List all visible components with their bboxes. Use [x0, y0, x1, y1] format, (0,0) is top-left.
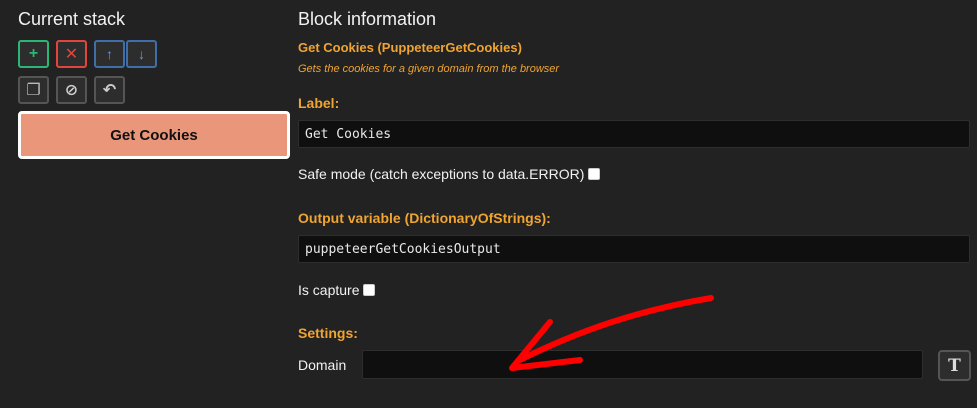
move-down-button[interactable]: ↓ — [126, 40, 157, 68]
block-information-title: Block information — [298, 9, 437, 29]
label-input[interactable]: Get Cookies — [298, 120, 970, 148]
disable-block-button[interactable]: ⊘ — [56, 76, 87, 104]
text-type-icon: T — [948, 355, 961, 376]
current-stack-panel: Current stack + ✕ ↑ ↓ ❐ ⊘ ↶ Get Cookies — [0, 0, 300, 408]
add-block-button[interactable]: + — [18, 40, 49, 68]
undo-button[interactable]: ↶ — [94, 76, 125, 104]
label-heading: Label: — [298, 95, 340, 111]
output-variable-heading: Output variable (DictionaryOfStrings): — [298, 210, 551, 226]
safe-mode-row: Safe mode (catch exceptions to data.ERRO… — [298, 166, 601, 182]
duplicate-block-button[interactable]: ❐ — [18, 76, 49, 104]
capture-row: Is capture — [298, 282, 376, 298]
stack-item-get-cookies[interactable]: Get Cookies — [18, 111, 290, 159]
block-information-panel: Block information Get Cookies (Puppeteer… — [298, 0, 977, 408]
block-description: Gets the cookies for a given domain from… — [298, 63, 560, 75]
domain-label: Domain — [298, 357, 347, 373]
settings-heading: Settings: — [298, 325, 358, 341]
disable-icon: ⊘ — [64, 82, 79, 99]
plus-icon: + — [28, 45, 39, 62]
copy-icon: ❐ — [26, 82, 41, 99]
domain-input[interactable] — [362, 350, 923, 379]
output-variable-input[interactable]: puppeteerGetCookiesOutput — [298, 235, 970, 263]
arrow-down-icon: ↓ — [138, 46, 145, 62]
arrow-up-icon: ↑ — [106, 46, 113, 62]
block-name: Get Cookies (PuppeteerGetCookies) — [298, 40, 522, 55]
value-type-button[interactable]: T — [938, 350, 971, 381]
current-stack-title: Current stack — [18, 9, 126, 29]
delete-block-button[interactable]: ✕ — [56, 40, 87, 68]
safe-mode-checkbox[interactable] — [588, 168, 601, 180]
close-icon: ✕ — [64, 46, 79, 63]
capture-label: Is capture — [298, 282, 360, 298]
move-up-button[interactable]: ↑ — [94, 40, 125, 68]
capture-checkbox[interactable] — [363, 284, 376, 296]
undo-icon: ↶ — [102, 82, 117, 99]
safe-mode-label: Safe mode (catch exceptions to data.ERRO… — [298, 166, 585, 182]
